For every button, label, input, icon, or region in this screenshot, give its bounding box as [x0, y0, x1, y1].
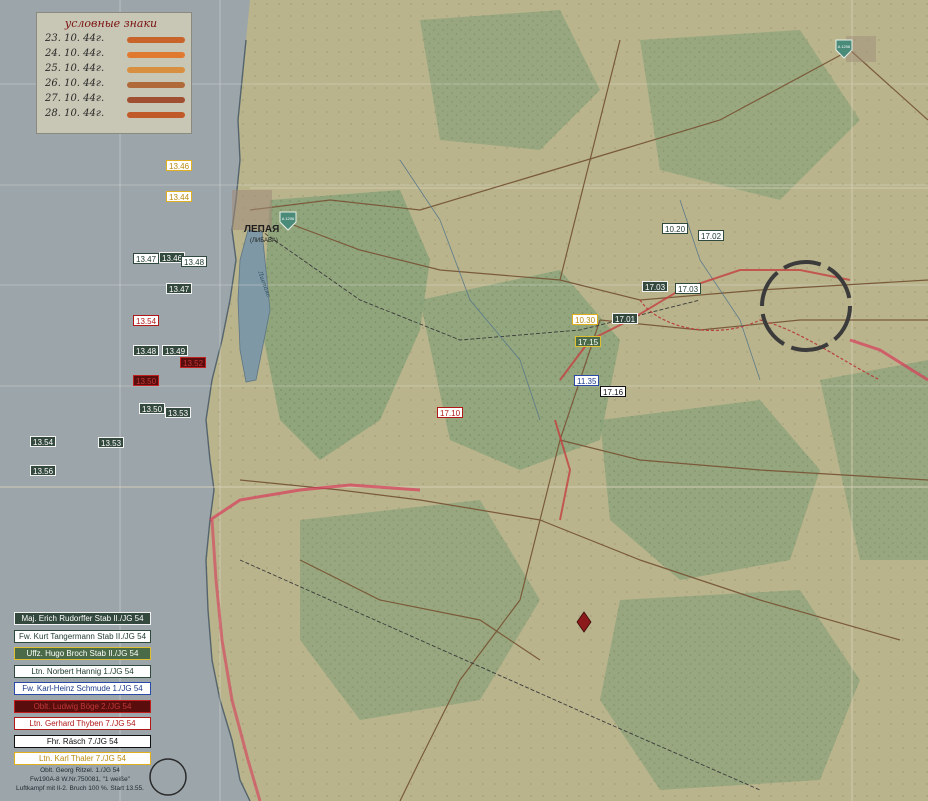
legend-key-swatch: [127, 52, 185, 58]
time-label: 13.47: [166, 283, 193, 294]
time-label: 17.15: [575, 336, 602, 347]
time-label: 17.03: [642, 281, 669, 292]
time-label: 10.30: [572, 314, 599, 325]
legend-key-swatch: [127, 82, 185, 88]
note-line: Oblt. Georg Ritzel. 1./JG 54: [40, 767, 120, 774]
time-label: 17.02: [698, 230, 725, 241]
time-label: 10.20: [662, 223, 689, 234]
city-sublabel: (ЛИБАВА): [250, 238, 278, 244]
time-label: 17.10: [437, 407, 464, 418]
time-label: 13.50: [133, 375, 160, 386]
legend-key-row-label: 26. 10. 44г.: [45, 78, 105, 89]
time-label: 13.53: [98, 437, 125, 448]
legend-key-swatch: [127, 37, 185, 43]
time-label: 13.49: [162, 345, 189, 356]
legend-key-swatch: [127, 97, 185, 103]
pilot-legend-item: Fw. Karl-Heinz Schmude 1./JG 54: [14, 682, 151, 695]
legend-key-row-label: 24. 10. 44г.: [45, 48, 105, 59]
time-label: 11.35: [574, 375, 600, 386]
time-label: 13.48: [133, 345, 160, 356]
legend-key-row-label: 27. 10. 44г.: [45, 93, 105, 104]
loss-note: Oblt. Georg Ritzel. 1./JG 54 Fw190A-8 W.…: [10, 766, 150, 793]
time-label: 13.48: [181, 256, 208, 267]
pilot-legend-item: Ltn. Gerhard Thyben 7./JG 54: [14, 717, 151, 730]
pilot-legend-item: Fhr. Räsch 7./JG 54: [14, 734, 151, 748]
legend-key-row-label: 28. 10. 44г.: [45, 108, 105, 119]
road-badge-label: A 1206: [282, 216, 295, 221]
legend-key-row-label: 23. 10. 44г.: [45, 33, 105, 44]
pilot-legend-item: Fw. Kurt Tangermann Stab II./JG 54: [14, 629, 151, 643]
time-label: 17.03: [675, 283, 702, 294]
legend-key-title: условные знаки: [64, 17, 158, 30]
time-label: 17.01: [612, 313, 639, 324]
pilot-legend-item: Ltn. Karl Thaler 7./JG 54: [14, 752, 151, 765]
pilot-legend-item: Uffz. Hugo Broch Stab II./JG 54: [14, 647, 151, 660]
note-line: Luftkampf mit Il-2. Bruch 100 %. Start 1…: [16, 785, 144, 792]
time-label: 13.54: [133, 315, 160, 326]
pilot-legend-item: Ltn. Norbert Hannig 1./JG 54: [14, 664, 151, 678]
legend-key-swatch: [127, 112, 185, 118]
road-badge-label: A 1206: [838, 44, 851, 49]
time-label: 13.44: [166, 191, 193, 202]
time-label: 13.54: [30, 436, 57, 447]
city-label: ЛЕПАЯ: [244, 224, 279, 235]
time-label: 13.46: [166, 160, 193, 171]
pilot-legend-item: Maj. Erich Rudorffer Stab II./JG 54: [14, 612, 151, 625]
legend-key-swatch: [127, 67, 185, 73]
time-label: 17.16: [600, 386, 627, 397]
time-label: 13.50: [139, 403, 166, 414]
note-line: Fw190A-8 W.Nr.750081, "1 weiße": [30, 776, 130, 783]
time-label: 13.53: [165, 407, 192, 418]
time-label: 13.56: [30, 465, 57, 476]
time-label: 13.47: [133, 253, 160, 264]
time-label: 13.52: [180, 357, 207, 368]
legend-key-row-label: 25. 10. 44г.: [45, 63, 105, 74]
pilot-legend-item: Oblt. Ludwig Böge 2./JG 54: [14, 699, 151, 713]
legend-key: условные знаки 23. 10. 44г. 24. 10. 44г. 2…: [36, 12, 192, 134]
